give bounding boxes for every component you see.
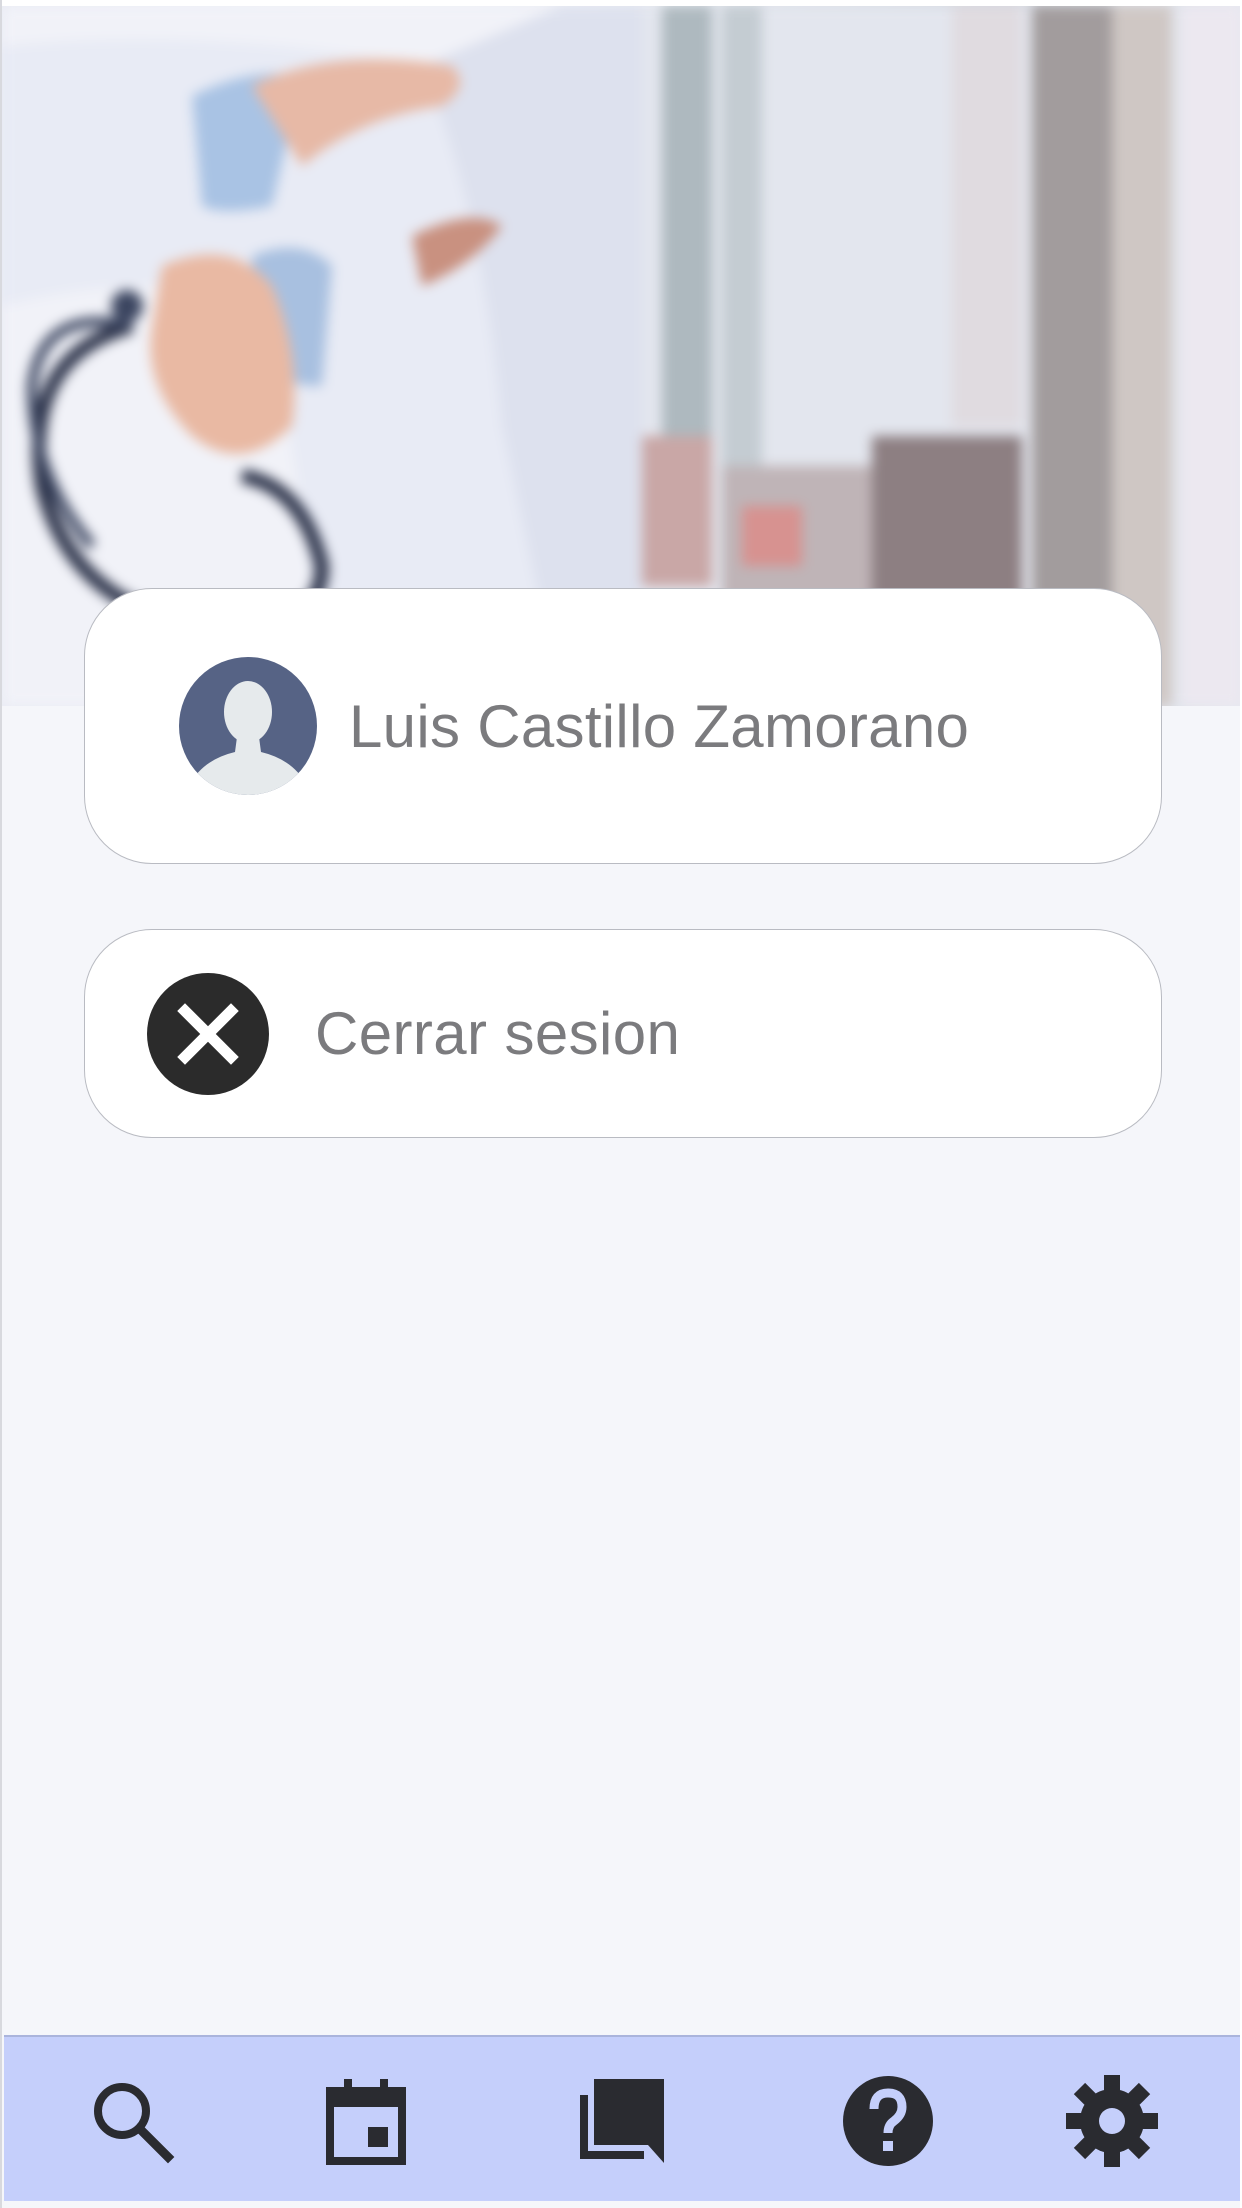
- chat-bubbles-icon: [580, 2079, 664, 2163]
- search-icon: [94, 2083, 175, 2164]
- logout-button[interactable]: Cerrar sesion: [84, 929, 1162, 1138]
- calendar-icon: [326, 2079, 406, 2165]
- logout-label: Cerrar sesion: [315, 1000, 681, 1067]
- gear-icon: [1066, 2075, 1158, 2167]
- nav-calendar-button[interactable]: [318, 2073, 414, 2169]
- profile-card[interactable]: Luis Castillo Zamorano: [84, 588, 1162, 864]
- user-silhouette-icon: [179, 657, 317, 795]
- close-circle-icon: [147, 972, 269, 1095]
- nav-search-button[interactable]: [84, 2073, 180, 2169]
- help-icon: [843, 2076, 933, 2166]
- nav-help-button[interactable]: [840, 2073, 936, 2169]
- nav-messages-button[interactable]: [574, 2073, 670, 2169]
- profile-name: Luis Castillo Zamorano: [349, 692, 970, 760]
- bottom-navigation-bar: [4, 2035, 1240, 2201]
- app-screen: Luis Castillo Zamorano Cerrar sesion: [0, 0, 1242, 2208]
- nav-settings-button[interactable]: [1064, 2073, 1160, 2169]
